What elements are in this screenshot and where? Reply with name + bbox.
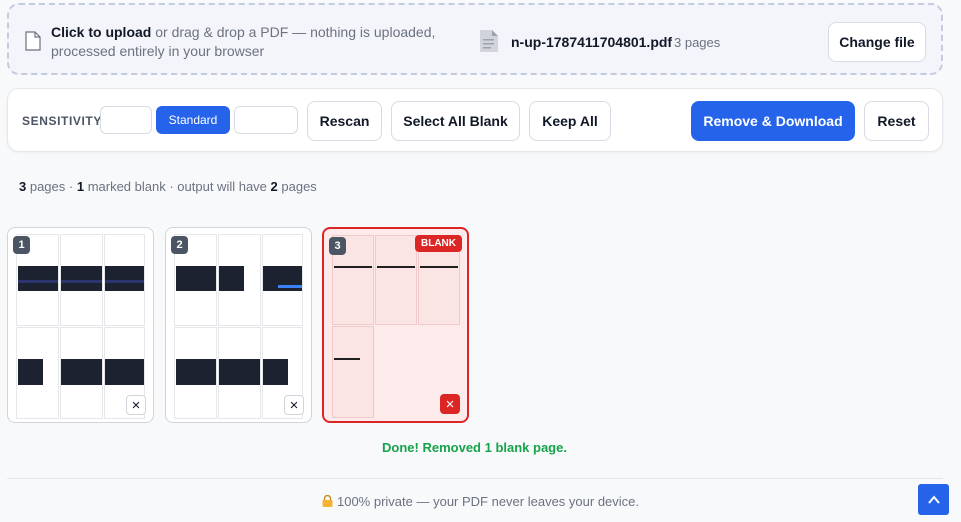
upload-link[interactable]: Click to upload <box>51 24 151 40</box>
screenshot-preview <box>105 359 144 385</box>
screenshot-preview <box>219 359 260 385</box>
select-all-blank-button[interactable]: Select All Blank <box>391 101 520 141</box>
sensitivity-option-high[interactable] <box>234 106 298 134</box>
toggle-blank-button[interactable]: × <box>126 395 146 415</box>
summary-separator: · <box>165 179 178 194</box>
page-number-badge: 1 <box>13 236 30 254</box>
page-thumbnail[interactable]: 1 × <box>7 227 154 423</box>
remove-download-button[interactable]: Remove & Download <box>691 101 855 141</box>
header-line <box>334 358 360 360</box>
nup-tile <box>332 326 374 418</box>
file-page-count: 3 pages <box>674 35 721 50</box>
sensitivity-label: SENSITIVITY <box>22 114 102 128</box>
screenshot-preview <box>18 266 58 291</box>
page-thumbnail-blank[interactable]: 3 BLANK × <box>322 227 469 423</box>
sensitivity-option-low[interactable] <box>100 106 152 134</box>
screenshot-preview <box>176 266 216 291</box>
reset-button[interactable]: Reset <box>864 101 929 141</box>
change-file-button[interactable]: Change file <box>828 22 926 62</box>
output-label: output will have <box>177 179 271 194</box>
nup-tile <box>375 235 417 325</box>
sensitivity-option-standard[interactable]: Standard <box>156 106 230 134</box>
keep-all-button[interactable]: Keep All <box>529 101 611 141</box>
header-line <box>420 266 458 268</box>
screenshot-accent <box>278 285 302 288</box>
blank-badge: BLANK <box>415 235 462 252</box>
toggle-blank-button[interactable]: × <box>284 395 304 415</box>
rescan-button[interactable]: Rescan <box>307 101 382 141</box>
page-number-badge: 3 <box>329 237 346 255</box>
chevron-up-icon <box>927 494 940 504</box>
output-pages-count: 2 <box>270 179 278 194</box>
footer-divider <box>7 478 943 479</box>
document-icon <box>25 31 41 51</box>
screenshot-preview <box>105 266 144 291</box>
header-line <box>334 266 372 268</box>
screenshot-preview <box>61 359 102 385</box>
screenshot-preview <box>18 359 43 385</box>
privacy-text: 100% private — your PDF never leaves you… <box>336 494 640 509</box>
lock-icon <box>322 495 333 507</box>
screenshot-preview <box>219 266 244 291</box>
screenshot-preview <box>263 359 288 385</box>
page-thumbnail[interactable]: 2 × <box>165 227 312 423</box>
screenshot-accent <box>105 280 144 283</box>
header-line <box>377 266 415 268</box>
upload-dropzone[interactable]: Click to upload or drag & drop a PDF — n… <box>7 3 943 75</box>
pdf-file-icon <box>480 30 498 52</box>
privacy-footer: 100% private — your PDF never leaves you… <box>0 494 961 509</box>
output-pages-label: pages <box>277 179 317 194</box>
screenshot-accent <box>18 280 58 283</box>
marked-blank-label: marked blank <box>84 179 166 194</box>
upload-instructions: Click to upload or drag & drop a PDF — n… <box>51 23 451 61</box>
scroll-to-top-button[interactable] <box>918 484 949 515</box>
page-summary: 3 pages · 1 marked blank · output will h… <box>19 179 317 194</box>
page-number-badge: 2 <box>171 236 188 254</box>
status-message: Done! Removed 1 blank page. <box>382 440 567 455</box>
marked-blank-count: 1 <box>76 179 85 194</box>
toggle-blank-button[interactable]: × <box>440 394 460 414</box>
total-pages-label: pages <box>26 179 66 194</box>
screenshot-accent <box>61 280 102 283</box>
screenshot-preview <box>176 359 216 385</box>
toolbar: SENSITIVITY Standard Rescan Select All B… <box>7 88 943 152</box>
screenshot-preview <box>61 266 102 291</box>
file-name: n-up-1787411704801.pdf <box>511 34 673 50</box>
summary-separator: · <box>65 179 77 194</box>
